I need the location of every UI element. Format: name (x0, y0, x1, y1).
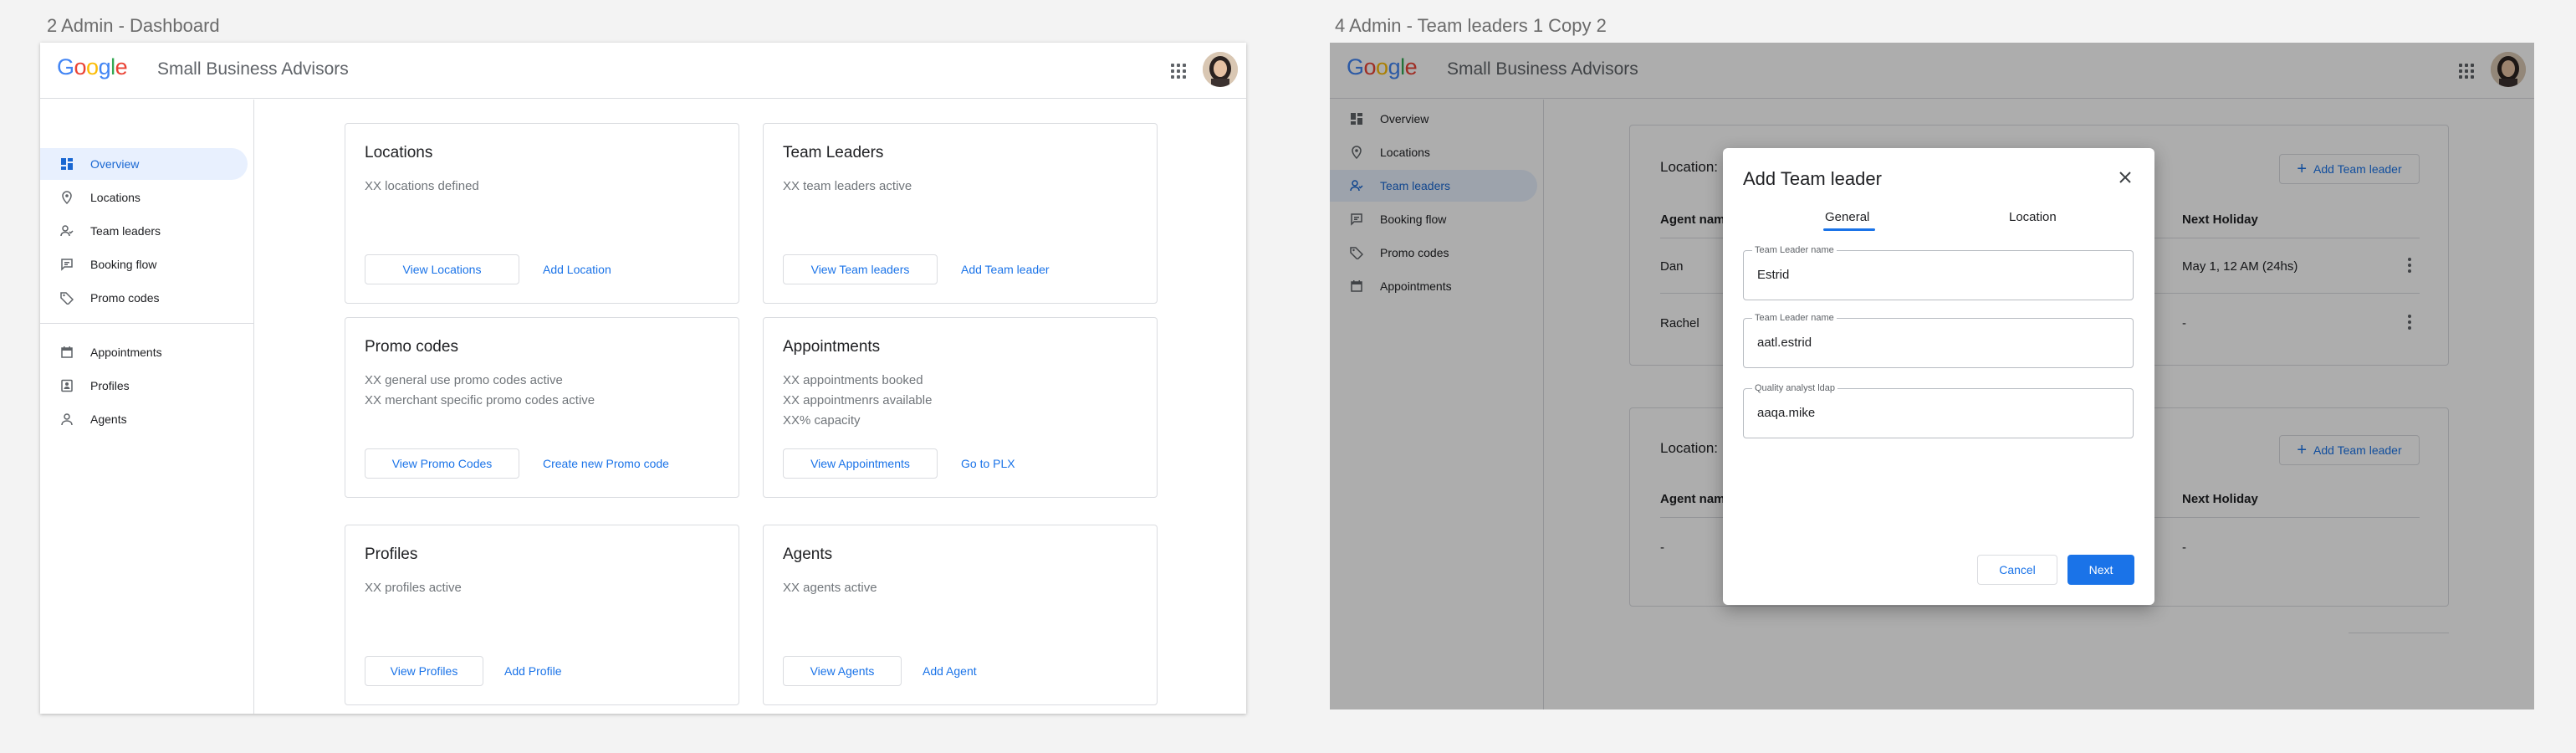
top-app-bar: Google Small Business Advisors (40, 43, 1246, 99)
dialog-title: Add Team leader (1743, 168, 1882, 189)
sidebar-item-profiles[interactable]: Profiles (40, 370, 248, 402)
sidebar-item-appointments[interactable]: Appointments (40, 336, 248, 368)
sidebar-item-promo-codes[interactable]: Promo codes (40, 282, 248, 314)
location-pin-icon (62, 191, 72, 204)
card-team-leaders: Team Leaders XX team leaders active View… (763, 123, 1158, 304)
card-title: Promo codes (365, 338, 458, 356)
add-team-leader-button[interactable]: Add Team leader (961, 254, 1050, 284)
team-leaders-window: Google Small Business Advisors Overview … (1330, 43, 2534, 709)
card-agents: Agents XX agents active View Agents Add … (763, 525, 1158, 705)
sidebar-item-label: Locations (90, 191, 141, 204)
sidebar-item-booking-flow[interactable]: Booking flow (40, 248, 248, 280)
add-location-button[interactable]: Add Location (543, 254, 611, 284)
dashboard-window: Google Small Business Advisors Overview … (40, 43, 1246, 714)
card-line: XX team leaders active (783, 179, 912, 193)
field-label: Team Leader name (1752, 245, 1837, 255)
go-to-plx-button[interactable]: Go to PLX (961, 448, 1015, 479)
field-value: Estrid (1757, 268, 1790, 282)
close-icon[interactable] (2118, 170, 2133, 185)
view-promo-codes-button[interactable]: View Promo Codes (365, 448, 519, 479)
calendar-icon (61, 346, 73, 358)
sidebar: Overview Locations Team leaders Booking … (40, 100, 254, 714)
field-label: Quality analyst ldap (1752, 383, 1837, 393)
sidebar-item-label: Promo codes (90, 291, 160, 305)
card-title: Team Leaders (783, 144, 884, 161)
sidebar-divider (40, 323, 254, 324)
sidebar-item-label: Team leaders (90, 224, 161, 238)
profile-icon (61, 379, 73, 392)
card-title: Appointments (783, 338, 881, 356)
active-tab-indicator (1823, 228, 1875, 231)
card-title: Locations (365, 144, 433, 161)
card-line: XX appointmenrs available (783, 393, 933, 407)
sidebar-item-agents[interactable]: Agents (40, 403, 248, 435)
card-title: Agents (783, 546, 833, 563)
sidebar-item-overview[interactable]: Overview (40, 148, 248, 180)
view-profiles-button[interactable]: View Profiles (365, 656, 483, 686)
avatar[interactable] (1203, 52, 1238, 87)
sidebar-item-label: Profiles (90, 379, 130, 392)
card-profiles: Profiles XX profiles active View Profile… (345, 525, 739, 705)
cancel-button[interactable]: Cancel (1977, 555, 2057, 585)
create-promo-code-button[interactable]: Create new Promo code (543, 448, 669, 479)
card-line: XX locations defined (365, 179, 479, 193)
field-value: aatl.estrid (1757, 336, 1812, 350)
tag-icon (60, 292, 74, 305)
add-profile-button[interactable]: Add Profile (504, 656, 561, 686)
view-appointments-button[interactable]: View Appointments (783, 448, 938, 479)
frame-title-team-leaders: 4 Admin - Team leaders 1 Copy 2 (1335, 15, 1607, 36)
card-line: XX appointments booked (783, 373, 923, 387)
card-line: XX profiles active (365, 581, 462, 595)
next-button[interactable]: Next (2067, 555, 2134, 585)
frame-title-dashboard: 2 Admin - Dashboard (47, 15, 220, 36)
view-locations-button[interactable]: View Locations (365, 254, 519, 284)
add-team-leader-dialog: Add Team leader General Location Team Le… (1723, 148, 2154, 605)
add-agent-button[interactable]: Add Agent (923, 656, 977, 686)
apps-grid-icon[interactable] (1171, 64, 1186, 79)
card-line: XX% capacity (783, 413, 861, 428)
team-leader-name-field[interactable]: Team Leader name Estrid (1743, 245, 2134, 300)
card-line: XX merchant specific promo codes active (365, 393, 595, 407)
card-promo-codes: Promo codes XX general use promo codes a… (345, 317, 739, 498)
sidebar-item-label: Overview (90, 157, 140, 171)
app-title: Small Business Advisors (157, 59, 349, 79)
team-leader-ldap-field[interactable]: Team Leader name aatl.estrid (1743, 313, 2134, 368)
team-icon (60, 225, 74, 237)
sidebar-item-label: Agents (90, 412, 127, 426)
sidebar-item-label: Appointments (90, 346, 162, 359)
sidebar-item-team-leaders[interactable]: Team leaders (40, 215, 248, 247)
card-appointments: Appointments XX appointments booked XX a… (763, 317, 1158, 498)
card-title: Profiles (365, 546, 418, 563)
person-icon (61, 413, 73, 426)
sidebar-item-label: Booking flow (90, 258, 157, 271)
sidebar-item-locations[interactable]: Locations (40, 182, 248, 213)
card-line: XX general use promo codes active (365, 373, 563, 387)
field-label: Team Leader name (1752, 313, 1837, 323)
view-team-leaders-button[interactable]: View Team leaders (783, 254, 938, 284)
tab-location[interactable]: Location (2009, 210, 2057, 224)
view-agents-button[interactable]: View Agents (783, 656, 902, 686)
google-logo: Google (57, 54, 128, 79)
dashboard-icon (61, 158, 73, 170)
card-line: XX agents active (783, 581, 877, 595)
booking-icon (61, 259, 73, 271)
quality-analyst-ldap-field[interactable]: Quality analyst ldap aaqa.mike (1743, 383, 2134, 438)
field-value: aaqa.mike (1757, 406, 1816, 420)
card-locations: Locations XX locations defined View Loca… (345, 123, 739, 304)
tab-general[interactable]: General (1825, 210, 1869, 224)
